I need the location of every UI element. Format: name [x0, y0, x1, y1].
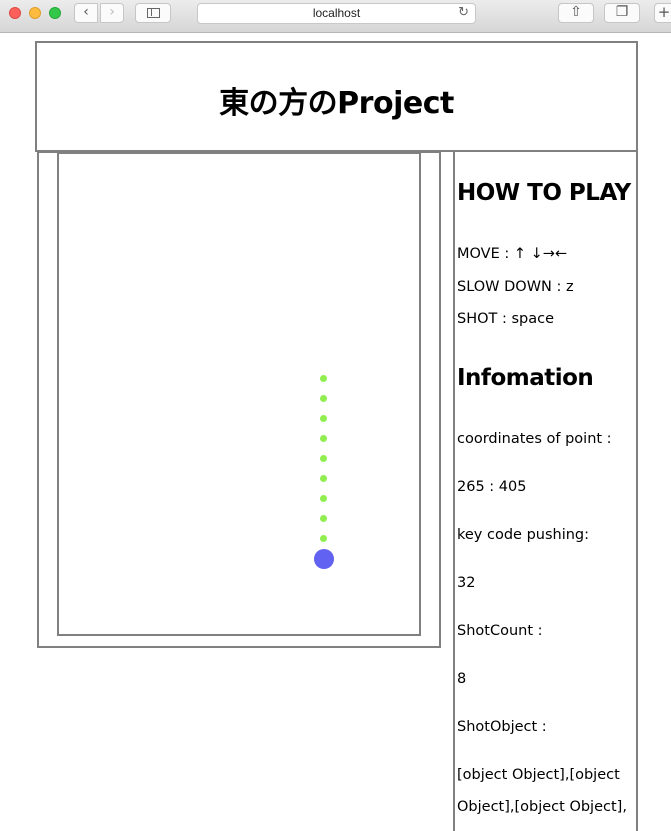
bullet	[320, 455, 327, 462]
share-button[interactable]: ⇧	[558, 3, 594, 23]
sidebar-toggle-button[interactable]	[135, 3, 171, 23]
close-window-button[interactable]	[9, 7, 21, 19]
bullet	[320, 375, 327, 382]
info-panel: HOW TO PLAY MOVE : ↑ ↓→← SLOW DOWN : z S…	[453, 151, 638, 831]
bullet	[320, 495, 327, 502]
how-to-play-heading: HOW TO PLAY	[457, 180, 631, 206]
game-field[interactable]	[57, 152, 421, 636]
player-ship	[314, 549, 334, 569]
tabs-icon: ❐	[615, 4, 629, 20]
shotobject-value-line-2: Object],[object Object],	[457, 799, 627, 815]
show-tabs-button[interactable]: ❐	[604, 3, 640, 23]
bullet	[320, 395, 327, 402]
zoom-window-button[interactable]	[49, 7, 61, 19]
browser-toolbar: ‹ › localhost ↻ ⇧ ❐ +	[0, 0, 671, 33]
shotobject-label: ShotObject :	[457, 719, 547, 735]
coordinates-value: 265 : 405	[457, 479, 527, 495]
sidebar-icon	[147, 8, 160, 18]
shotcount-label: ShotCount :	[457, 623, 543, 639]
page-header: 東の方のProject	[35, 41, 638, 152]
information-heading: Infomation	[457, 365, 594, 391]
bullet	[320, 435, 327, 442]
forward-button[interactable]: ›	[100, 3, 124, 23]
bullet	[320, 415, 327, 422]
back-button[interactable]: ‹	[74, 3, 98, 23]
address-bar[interactable]: localhost ↻	[197, 3, 476, 24]
chevron-right-icon: ›	[109, 4, 115, 20]
coordinates-label: coordinates of point :	[457, 431, 612, 447]
control-slow-down: SLOW DOWN : z	[457, 279, 574, 295]
new-tab-button[interactable]: +	[654, 3, 671, 23]
bullet	[320, 535, 327, 542]
reload-icon[interactable]: ↻	[458, 5, 469, 20]
page-title: 東の方のProject	[219, 86, 454, 121]
keycode-value: 32	[457, 575, 476, 591]
control-shot: SHOT : space	[457, 311, 555, 327]
url-text: localhost	[312, 6, 361, 20]
minimize-window-button[interactable]	[29, 7, 41, 19]
plus-icon: +	[657, 3, 671, 21]
keycode-label: key code pushing:	[457, 527, 590, 543]
control-move: MOVE : ↑ ↓→←	[457, 246, 568, 262]
share-icon: ⇧	[570, 4, 582, 20]
shotobject-value-line-1: [object Object],[object	[457, 767, 620, 783]
chevron-left-icon: ‹	[83, 4, 89, 20]
bullet	[320, 475, 327, 482]
bullet	[320, 515, 327, 522]
shotcount-value: 8	[457, 671, 467, 687]
